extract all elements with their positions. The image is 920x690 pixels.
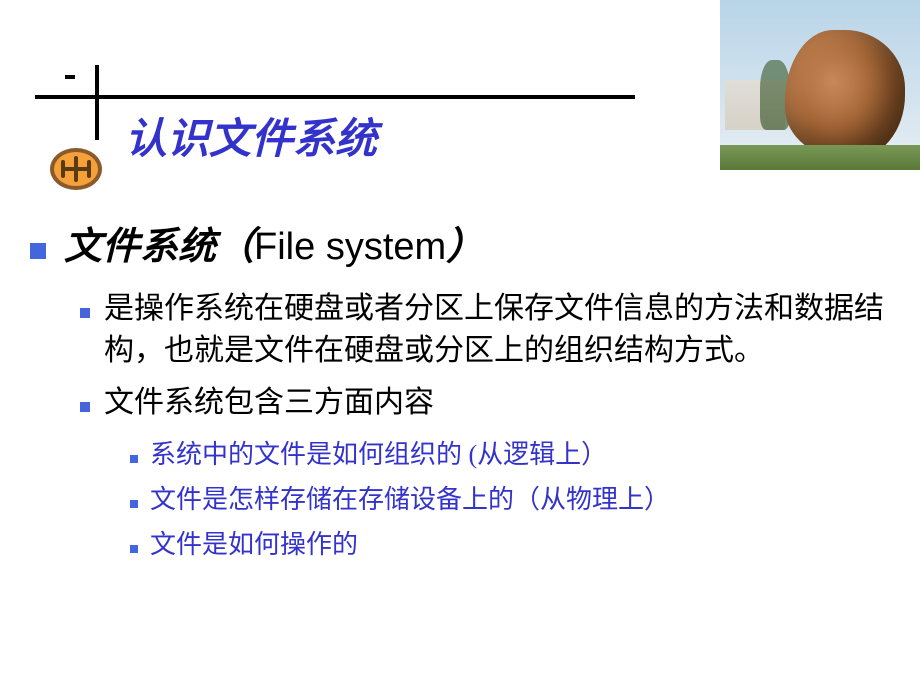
bullet-marker-icon [130,500,138,508]
bullet-marker-icon [80,402,90,412]
bullet-level3: 文件是如何操作的 [130,524,890,561]
content-area: 文件系统（File system） 是操作系统在硬盘或者分区上保存文件信息的方法… [30,215,890,569]
bullet-level1-text: 文件系统（File system） [64,215,484,270]
bullet-marker-icon [30,243,46,259]
title-decoration-horizontal [35,95,635,99]
bullet-marker-icon [130,455,138,463]
bullet-level3-text: 文件是怎样存储在存储设备上的（从物理上） [150,479,670,516]
bullet-level2: 文件系统包含三方面内容 [80,382,890,424]
bullet-level3: 系统中的文件是如何组织的 (从逻辑上） [130,434,890,471]
bullet-level2: 是操作系统在硬盘或者分区上保存文件信息的方法和数据结构，也就是文件在硬盘或分区上… [80,288,890,372]
slide-title: 认识文件系统 [125,105,377,166]
bullet-level3-text: 文件是如何操作的 [150,524,358,561]
bullet-marker-icon [130,545,138,553]
bullet-level2-text: 文件系统包含三方面内容 [104,382,434,424]
bullet-marker-icon [80,308,90,318]
title-decoration-vertical [95,65,99,140]
bullet-level3-text: 系统中的文件是如何组织的 (从逻辑上） [150,434,607,471]
logo-icon [50,148,102,190]
bullet-level1: 文件系统（File system） [30,215,890,270]
bullet-level3: 文件是怎样存储在存储设备上的（从物理上） [130,479,890,516]
bullet-level2-text: 是操作系统在硬盘或者分区上保存文件信息的方法和数据结构，也就是文件在硬盘或分区上… [104,288,890,372]
header-photo [720,0,920,170]
